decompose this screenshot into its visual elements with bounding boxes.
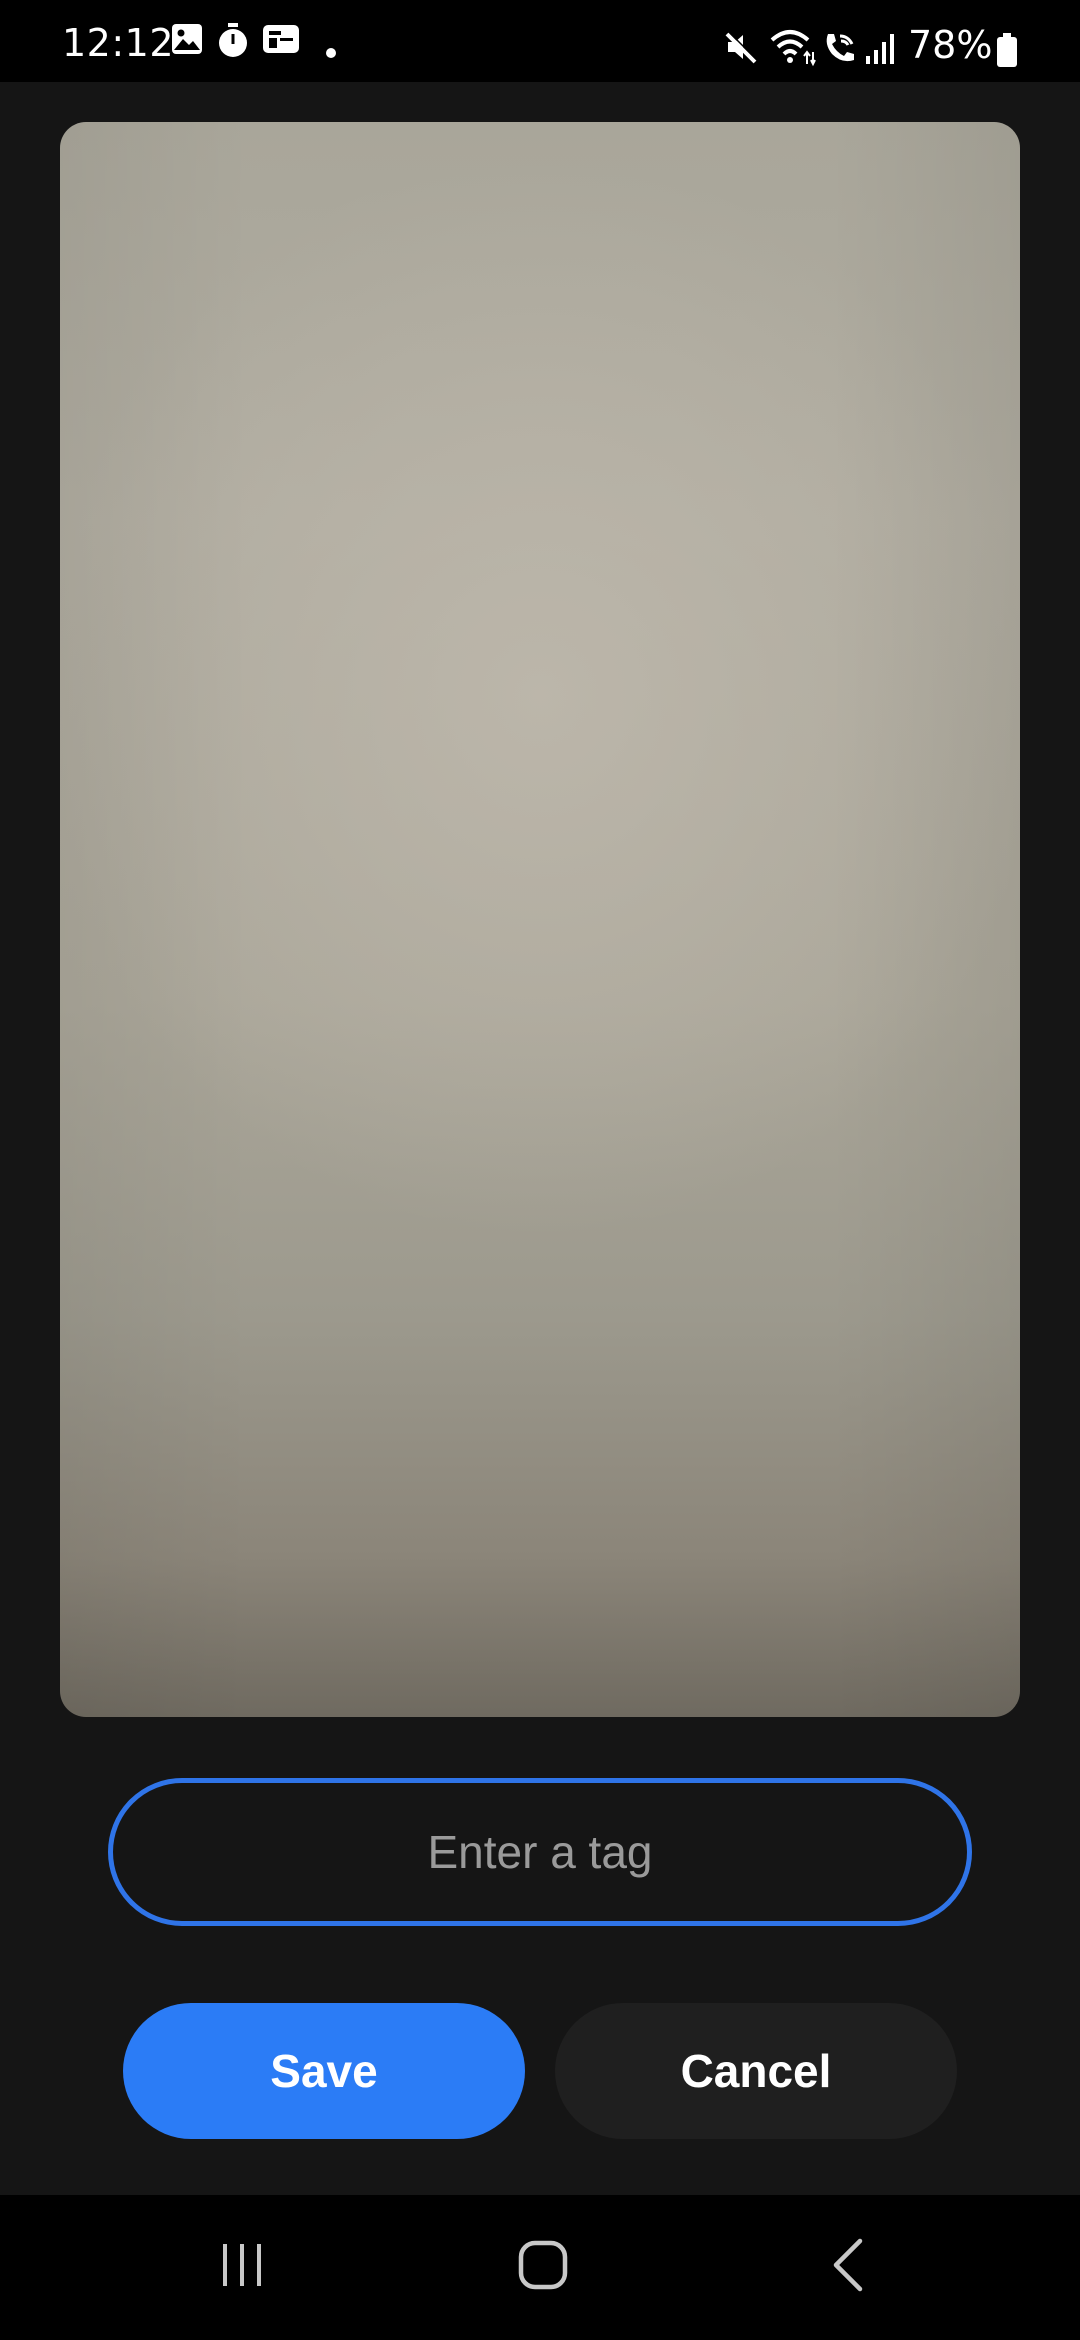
photo-preview <box>60 122 1020 1717</box>
recent-apps-button[interactable] <box>142 2195 342 2340</box>
tag-input-container <box>108 1778 972 1926</box>
news-icon <box>262 22 300 61</box>
back-button[interactable] <box>748 2195 948 2340</box>
tag-input[interactable] <box>113 1783 967 1921</box>
home-icon <box>517 2239 569 2296</box>
screen: 12:12 78% Enter a tag Save Cancel <box>0 0 1080 2340</box>
battery-icon <box>996 32 1018 73</box>
battery-percent: 78% <box>908 23 993 67</box>
cancel-button-label: Cancel <box>680 2045 832 2097</box>
wifi-icon <box>768 28 816 73</box>
save-button[interactable]: Save <box>123 2003 525 2139</box>
navigation-bar <box>0 2195 1080 2340</box>
status-time: 12:12 <box>62 21 175 65</box>
dot-icon <box>325 46 337 64</box>
recent-apps-icon <box>217 2240 267 2295</box>
wifi-calling-icon <box>822 30 858 71</box>
mute-icon <box>724 30 758 69</box>
timer-icon <box>216 22 250 65</box>
home-button[interactable] <box>443 2195 643 2340</box>
save-button-label: Save <box>270 2045 378 2097</box>
signal-icon <box>864 30 896 71</box>
cancel-button[interactable]: Cancel <box>555 2003 957 2139</box>
back-icon <box>828 2237 868 2298</box>
status-bar: 12:12 78% <box>0 0 1080 82</box>
gallery-icon <box>170 22 204 61</box>
